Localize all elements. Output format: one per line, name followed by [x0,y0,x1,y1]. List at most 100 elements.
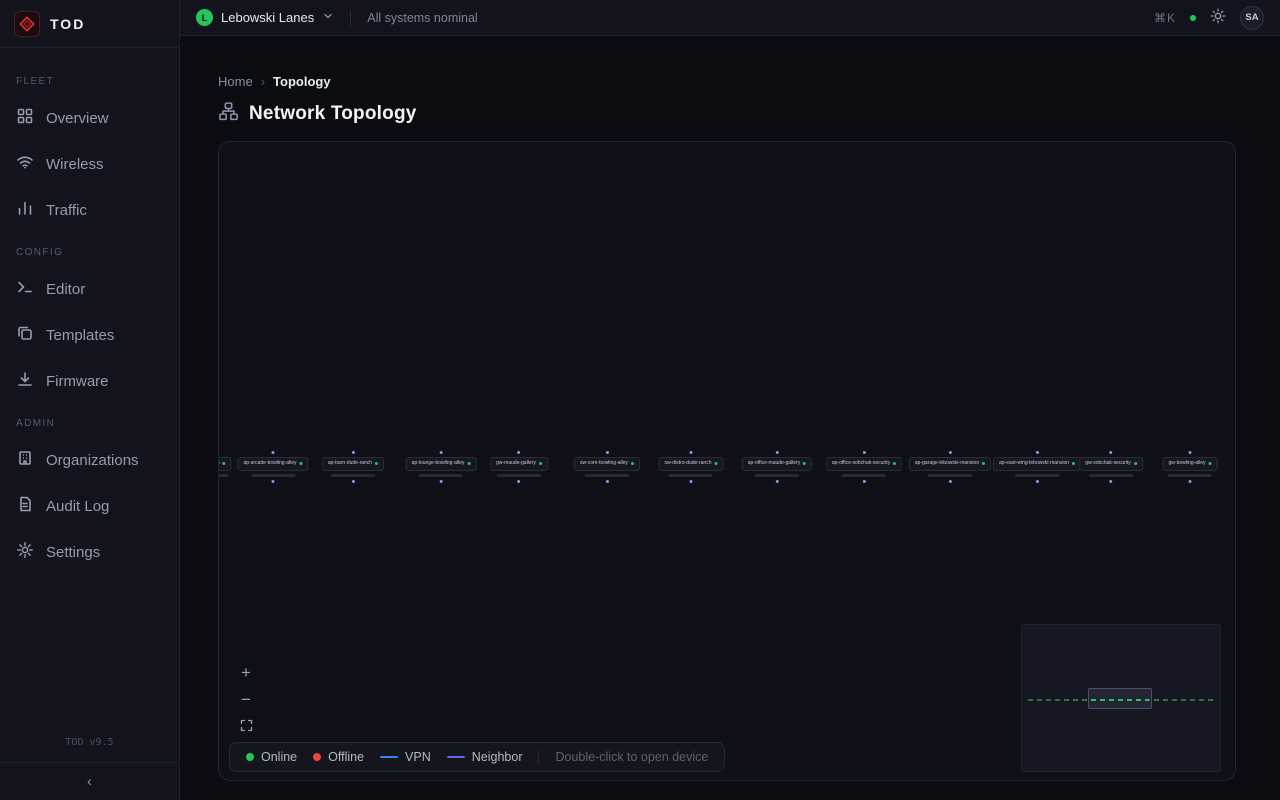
device-subtext [419,474,463,477]
device-card[interactable]: ap-office-maude-gallery [742,457,812,471]
breadcrumb: Home › Topology [218,74,1236,89]
device-subtext [928,474,972,477]
status-dot [223,462,226,465]
client-dot [776,451,779,454]
client-dot [1189,480,1192,483]
theme-toggle-button[interactable] [1210,8,1226,27]
sidebar-item-templates[interactable]: Templates [0,312,179,358]
device-node[interactable]: ap-barn-dude-ranch [322,448,384,486]
device-name: sw-distro-dude-ranch [665,461,712,467]
sidebar-item-audit-log[interactable]: Audit Log [0,483,179,529]
client-dot [518,480,521,483]
top-bar: L Lebowski Lanes All systems nominal ⌘K [180,0,1280,36]
device-name: gw-sobchak-security [1085,461,1131,467]
zoom-out-button[interactable]: − [237,691,255,709]
section-label-fleet: FLEET [0,62,179,95]
device-node[interactable]: ap-office-maude-gallery [742,448,812,486]
client-dot [948,480,951,483]
grid-icon [16,107,34,129]
page-title-row: Network Topology [218,101,1236,127]
sidebar-item-settings[interactable]: Settings [0,529,179,575]
device-card[interactable]: gw-dude-ranch [218,457,232,471]
command-palette-shortcut[interactable]: ⌘K [1154,11,1176,25]
client-dot [351,451,354,454]
device-node[interactable]: ap-east-wing-lebowski-mansion [993,448,1081,486]
sidebar-item-editor[interactable]: Editor [0,266,179,312]
sidebar-item-traffic[interactable]: Traffic [0,187,179,233]
device-card[interactable]: ap-east-wing-lebowski-mansion [993,457,1081,471]
sidebar-item-label: Traffic [46,202,87,219]
zoom-in-button[interactable]: + [237,664,255,682]
wifi-icon [16,153,34,175]
device-card[interactable]: ap-lounge-bowling-alley [406,457,477,471]
sidebar-item-label: Organizations [46,452,139,469]
device-card[interactable]: ap-barn-dude-ranch [322,457,384,471]
app-logo-icon [14,11,40,37]
sidebar-item-organizations[interactable]: Organizations [0,437,179,483]
device-card[interactable]: gw-sobchak-security [1079,457,1143,471]
device-node[interactable]: sw-core-bowling-alley [574,448,640,486]
breadcrumb-home-link[interactable]: Home [218,74,253,89]
device-name: ap-office-sobchak-security [832,461,890,467]
device-node[interactable]: gw-maude-gallery [490,448,548,486]
device-node[interactable]: ap-lounge-bowling-alley [406,448,477,486]
org-switcher[interactable]: L Lebowski Lanes [196,9,334,27]
device-node[interactable]: ap-office-sobchak-security [826,448,902,486]
section-label-config: CONFIG [0,233,179,266]
client-dot [440,451,443,454]
chevron-down-icon [322,9,334,27]
minimap-viewport[interactable] [1088,688,1152,709]
vpn-line-icon [380,756,398,758]
sidebar-collapse-button[interactable]: ‹ [76,768,104,796]
client-dot [690,451,693,454]
status-dot [1208,462,1211,465]
status-dot [1134,462,1137,465]
section-label-admin: ADMIN [0,404,179,437]
device-node[interactable]: gw-bowling-alley [1163,448,1218,486]
device-node[interactable]: ap-garage-lebowski-mansion [909,448,991,486]
legend-vpn-label: VPN [405,750,431,764]
device-card[interactable]: sw-distro-dude-ranch [659,457,724,471]
client-dot [948,451,951,454]
device-name: gw-bowling-alley [1169,461,1206,467]
status-dot [375,462,378,465]
device-subtext [331,474,375,477]
device-node[interactable]: sw-distro-dude-ranch [659,448,724,486]
device-card[interactable]: ap-office-sobchak-security [826,457,902,471]
sidebar-item-label: Settings [46,544,100,561]
device-node[interactable]: gw-dude-ranch [218,448,232,486]
fit-view-button[interactable] [237,718,255,736]
device-subtext [497,474,541,477]
device-subtext [755,474,799,477]
device-subtext [669,474,713,477]
main-area: L Lebowski Lanes All systems nominal ⌘K [180,0,1280,800]
sidebar-item-wireless[interactable]: Wireless [0,141,179,187]
sidebar-item-label: Editor [46,281,85,298]
device-card[interactable]: sw-core-bowling-alley [574,457,640,471]
topology-canvas[interactable]: gw-dude-ranch ap-arcade-bowling-alley ap… [218,141,1236,781]
device-node[interactable]: gw-sobchak-security [1079,448,1143,486]
client-dot [1189,451,1192,454]
device-card[interactable]: ap-garage-lebowski-mansion [909,457,991,471]
device-card[interactable]: gw-bowling-alley [1163,457,1218,471]
sidebar-item-label: Wireless [46,156,104,173]
minimap[interactable] [1021,624,1221,772]
status-dot [803,462,806,465]
device-node[interactable]: ap-arcade-bowling-alley [237,448,308,486]
device-card[interactable]: ap-arcade-bowling-alley [237,457,308,471]
sidebar-item-overview[interactable]: Overview [0,95,179,141]
user-avatar[interactable]: SA [1240,6,1264,30]
status-dot [714,462,717,465]
sidebar-item-firmware[interactable]: Firmware [0,358,179,404]
terminal-icon [16,278,34,300]
device-name: ap-barn-dude-ranch [328,461,372,467]
header-divider [350,10,351,26]
legend-neighbor: Neighbor [447,750,523,764]
device-card[interactable]: gw-maude-gallery [490,457,548,471]
client-dot [1109,480,1112,483]
offline-dot-icon [313,753,321,761]
page-content: Home › Topology Network Topology [180,36,1280,781]
logo-row: TOD [0,0,179,48]
minimap-viewport-nodes [1091,699,1149,701]
device-name: ap-garage-lebowski-mansion [915,461,979,467]
